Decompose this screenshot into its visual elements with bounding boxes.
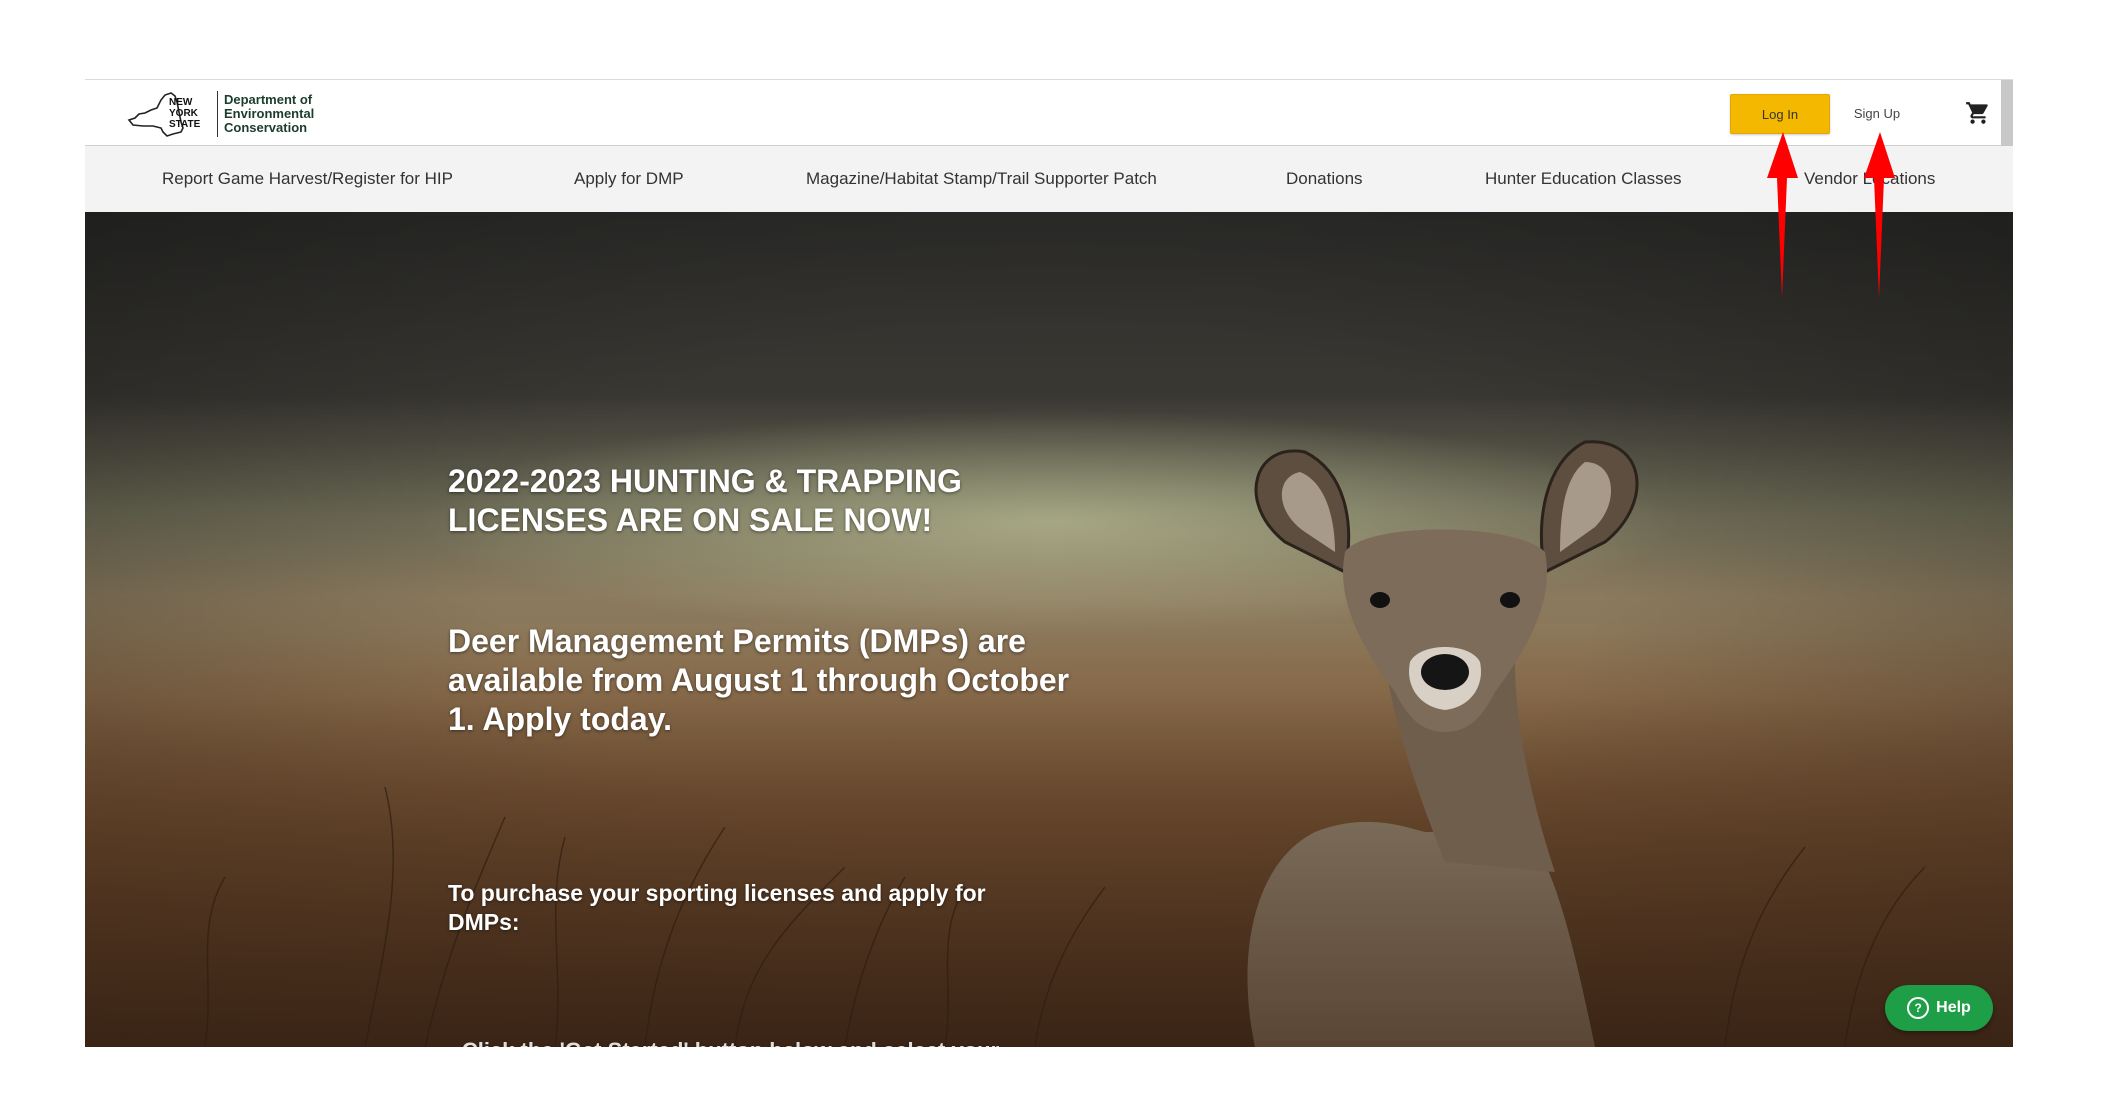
nav-apply-dmp[interactable]: Apply for DMP <box>574 146 684 212</box>
question-circle-icon: ? <box>1907 997 1930 1019</box>
logo-divider <box>217 91 218 137</box>
new-york-state-outline-icon: NEW YORK STATE <box>127 92 201 137</box>
browser-page: NEW YORK STATE Department of Environment… <box>85 79 2013 1047</box>
nav-vendor-locations[interactable]: Vendor Locations <box>1804 146 1935 212</box>
login-button[interactable]: Log In <box>1730 94 1830 134</box>
svg-text:YORK: YORK <box>169 108 199 119</box>
deer-photo <box>1247 440 1639 1047</box>
logo-line-2: Environmental <box>224 106 315 121</box>
logo-department-name: Department of Environmental Conservation <box>224 93 314 135</box>
hero-headline: 2022-2023 HUNTING & TRAPPING LICENSES AR… <box>448 463 962 538</box>
signup-link[interactable]: Sign Up <box>1845 94 1909 132</box>
main-nav: Report Game Harvest/Register for HIP App… <box>85 146 2013 213</box>
nav-hunter-education[interactable]: Hunter Education Classes <box>1485 146 1682 212</box>
nav-report-game-harvest[interactable]: Report Game Harvest/Register for HIP <box>162 146 453 212</box>
hero-purchase-text: To purchase your sporting licenses and a… <box>448 880 986 935</box>
nav-donations[interactable]: Donations <box>1286 146 1363 212</box>
help-label: Help <box>1936 999 1971 1016</box>
hero-banner: 2022-2023 HUNTING & TRAPPING LICENSES AR… <box>85 212 2013 1047</box>
svg-text:STATE: STATE <box>169 119 201 130</box>
shopping-cart-icon[interactable] <box>1965 100 1991 126</box>
logo-line-1: Department of <box>224 92 313 107</box>
svg-text:NEW: NEW <box>169 97 193 108</box>
hero-cutoff-text: • Click the 'Get Started' button below a… <box>448 1038 1048 1047</box>
logo-line-3: Conservation <box>224 120 308 135</box>
hero-dmp-text: Deer Management Permits (DMPs) are avail… <box>448 623 1070 737</box>
nys-dec-logo[interactable]: NEW YORK STATE Department of Environment… <box>123 88 314 140</box>
nav-magazine-habitat-stamp[interactable]: Magazine/Habitat Stamp/Trail Supporter P… <box>806 146 1157 212</box>
help-button[interactable]: ? Help <box>1885 985 1993 1031</box>
site-header: NEW YORK STATE Department of Environment… <box>85 80 2013 147</box>
